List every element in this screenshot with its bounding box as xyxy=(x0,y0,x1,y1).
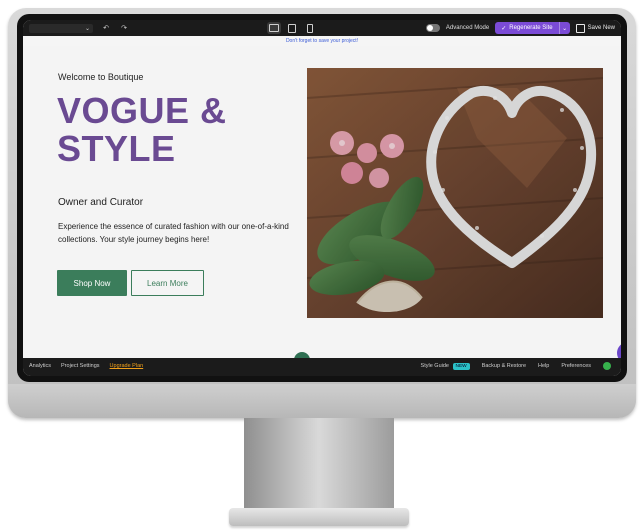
advanced-mode-label: Advanced Mode xyxy=(445,25,490,31)
learn-more-button[interactable]: Learn More xyxy=(131,270,204,296)
help-link[interactable]: Help xyxy=(538,363,549,369)
bottom-right-links: Style Guide NEW Backup & Restore Help Pr… xyxy=(421,362,611,370)
advanced-mode-toggle[interactable] xyxy=(425,24,440,32)
hero-title-line-2: STYLE xyxy=(57,128,176,169)
upgrade-plan-link[interactable]: Upgrade Plan xyxy=(110,363,144,369)
save-label: Save New xyxy=(587,25,615,31)
screen: ⌄ ↶ ↷ Advanced Mode ✓ Regenerate Site ⌄ … xyxy=(23,20,621,376)
monitor-chin xyxy=(8,384,636,418)
bottom-left-links: Analytics Project Settings Upgrade Plan xyxy=(29,363,143,369)
hero-title: VOGUE & STYLE xyxy=(57,92,227,168)
regenerate-label: Regenerate Site xyxy=(509,25,553,31)
toolbar-right: Advanced Mode ✓ Regenerate Site ⌄ Save N… xyxy=(425,22,615,34)
project-dropdown[interactable]: ⌄ xyxy=(29,23,93,33)
regenerate-dropdown[interactable]: ⌄ xyxy=(558,22,570,34)
analytics-link[interactable]: Analytics xyxy=(29,363,51,369)
desktop-icon xyxy=(269,24,279,32)
monitor: ⌄ ↶ ↷ Advanced Mode ✓ Regenerate Site ⌄ … xyxy=(8,8,636,418)
save-reminder: Don't forget to save your project! xyxy=(23,36,621,46)
regenerate-main[interactable]: ✓ Regenerate Site xyxy=(495,25,558,32)
check-icon: ✓ xyxy=(501,25,507,32)
regenerate-site-button[interactable]: ✓ Regenerate Site ⌄ xyxy=(495,22,570,34)
save-button[interactable]: Save New xyxy=(575,23,615,33)
mobile-view-button[interactable] xyxy=(303,22,317,34)
backup-restore-link[interactable]: Backup & Restore xyxy=(482,363,526,369)
redo-icon[interactable]: ↷ xyxy=(119,23,129,33)
hero-section: Welcome to Boutique VOGUE & STYLE Owner … xyxy=(23,46,621,364)
tablet-view-button[interactable] xyxy=(285,22,299,34)
hero-image xyxy=(307,68,603,318)
bottom-toolbar: Analytics Project Settings Upgrade Plan … xyxy=(23,358,621,376)
hero-image-art xyxy=(307,68,603,318)
chevron-down-icon: ⌄ xyxy=(84,25,90,32)
style-guide-link[interactable]: Style Guide NEW xyxy=(420,362,470,370)
hero-description: Experience the essence of curated fashio… xyxy=(58,222,289,244)
mobile-icon xyxy=(307,23,313,33)
monitor-stand-neck xyxy=(244,418,394,514)
hero-subtitle: Owner and Curator xyxy=(58,197,144,208)
new-badge: NEW xyxy=(452,362,470,370)
device-switch xyxy=(267,22,317,34)
preferences-link[interactable]: Preferences xyxy=(561,363,591,369)
toolbar-left: ⌄ ↶ ↷ xyxy=(29,23,129,33)
style-guide-label: Style Guide xyxy=(420,362,449,369)
undo-icon[interactable]: ↶ xyxy=(101,23,111,33)
save-icon xyxy=(575,23,585,33)
chevron-down-icon: ⌄ xyxy=(562,25,568,32)
monitor-bezel: ⌄ ↶ ↷ Advanced Mode ✓ Regenerate Site ⌄ … xyxy=(17,14,627,382)
shop-now-button[interactable]: Shop Now xyxy=(57,270,127,296)
status-indicator xyxy=(603,362,611,370)
eyebrow-text: Welcome to Boutique xyxy=(58,72,144,82)
desktop-view-button[interactable] xyxy=(267,22,281,34)
monitor-stand-base xyxy=(229,508,409,526)
hero-title-line-1: VOGUE & xyxy=(57,90,227,131)
project-settings-link[interactable]: Project Settings xyxy=(61,363,100,369)
tablet-icon xyxy=(288,23,296,33)
top-toolbar: ⌄ ↶ ↷ Advanced Mode ✓ Regenerate Site ⌄ … xyxy=(23,20,621,36)
